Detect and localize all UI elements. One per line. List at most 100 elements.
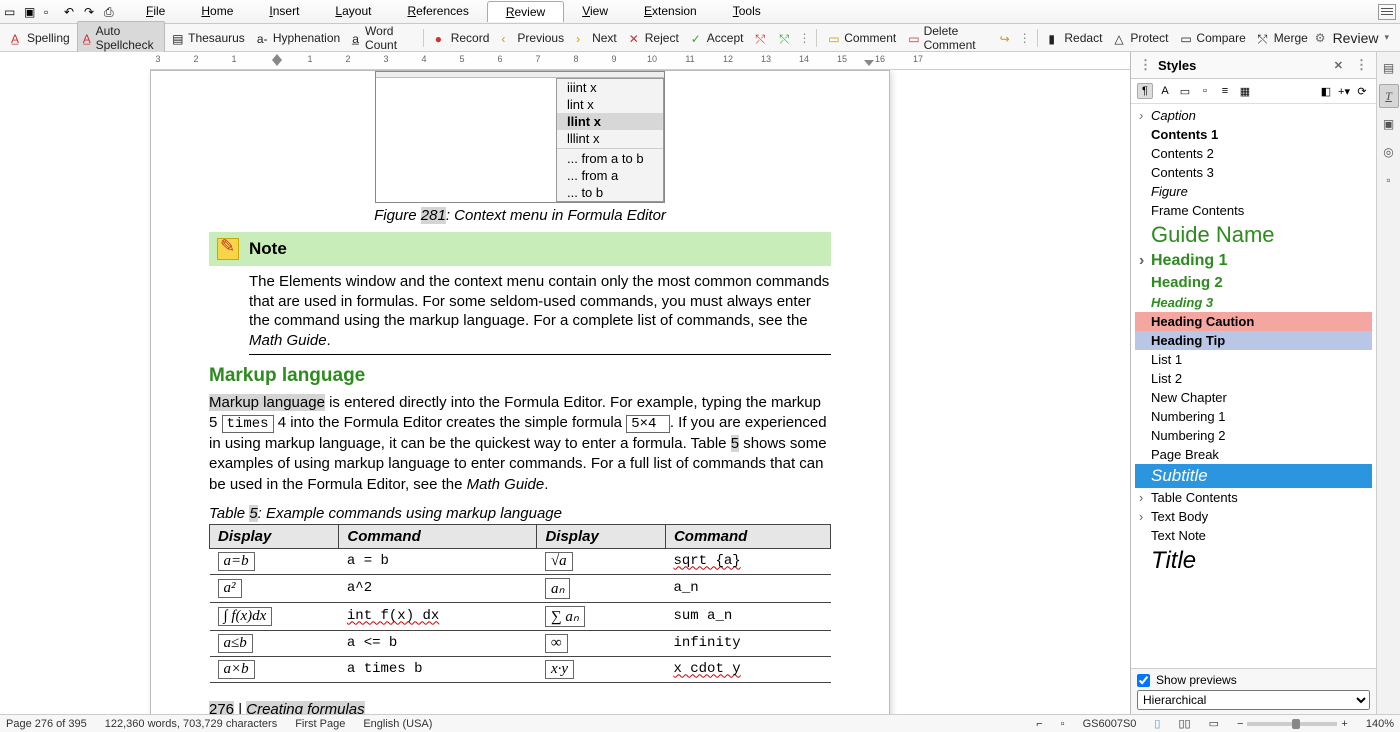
update-style-icon[interactable]: ⟳ xyxy=(1354,83,1370,99)
styles-filter-select[interactable]: Hierarchical xyxy=(1137,690,1370,710)
status-page[interactable]: Page 276 of 395 xyxy=(6,718,87,730)
status-insert-icon[interactable]: ⌐ xyxy=(1036,718,1042,730)
tab-styles-icon[interactable]: T xyxy=(1379,84,1399,108)
character-styles-icon[interactable]: A xyxy=(1157,83,1173,99)
style-item[interactable]: Page Break xyxy=(1135,445,1372,464)
style-item[interactable]: Figure xyxy=(1135,182,1372,201)
page-styles-icon[interactable]: ▫ xyxy=(1197,83,1213,99)
styles-list[interactable]: CaptionContents 1Contents 2Contents 3Fig… xyxy=(1131,104,1376,668)
menu-references[interactable]: References xyxy=(389,1,486,22)
style-item[interactable]: New Chapter xyxy=(1135,388,1372,407)
menu-extension[interactable]: Extension xyxy=(626,1,715,22)
panel-close-icon[interactable]: ✕ xyxy=(1334,59,1343,72)
menu-layout[interactable]: Layout xyxy=(317,1,389,22)
table-styles-icon[interactable]: ▦ xyxy=(1237,83,1253,99)
style-item[interactable]: Contents 2 xyxy=(1135,144,1372,163)
tab-navigator-icon[interactable]: ◎ xyxy=(1379,140,1399,164)
next-button[interactable]: ›Next xyxy=(571,29,622,47)
review-dropdown[interactable]: Review xyxy=(1328,28,1394,48)
menu-view[interactable]: View xyxy=(564,1,626,22)
undo-icon[interactable]: ↶ xyxy=(64,5,78,19)
ctxmenu-item[interactable]: lllint x xyxy=(557,130,663,147)
status-selection-icon[interactable]: ▫ xyxy=(1061,718,1065,730)
status-wordcount[interactable]: 122,360 words, 703,729 characters xyxy=(105,718,277,730)
menu-file[interactable]: File xyxy=(128,1,183,22)
redact-button[interactable]: ▮Redact xyxy=(1043,29,1107,47)
style-item[interactable]: Guide Name xyxy=(1135,220,1372,250)
panel-menu-icon[interactable]: ⋮ xyxy=(1355,57,1368,73)
ctxmenu-item[interactable]: ... from a xyxy=(557,167,663,184)
style-item[interactable]: Contents 3 xyxy=(1135,163,1372,182)
protect-button[interactable]: △Protect xyxy=(1109,29,1173,47)
delete-comment-button[interactable]: ▭Delete Comment xyxy=(903,22,992,54)
record-button[interactable]: ●Record xyxy=(430,29,495,47)
style-item[interactable]: List 2 xyxy=(1135,369,1372,388)
spelling-button[interactable]: A̲Spelling xyxy=(6,29,75,47)
fill-format-icon[interactable]: ◧ xyxy=(1318,83,1334,99)
previous-button[interactable]: ‹Previous xyxy=(496,29,569,47)
accept-button[interactable]: ✓Accept xyxy=(686,29,749,47)
style-item[interactable]: Numbering 1 xyxy=(1135,407,1372,426)
ctxmenu-item[interactable]: llint x xyxy=(557,113,663,130)
view-book-icon[interactable]: ▭ xyxy=(1209,717,1219,730)
next-comment-icon[interactable]: ↪ xyxy=(995,30,1017,46)
sidebar-tabs: ▤ T ▣ ◎ ▫ xyxy=(1376,52,1400,714)
view-multi-icon[interactable]: ▯▯ xyxy=(1178,717,1190,730)
style-item[interactable]: Heading 2 xyxy=(1135,272,1372,293)
thesaurus-button[interactable]: ▤Thesaurus xyxy=(167,29,250,47)
ctxmenu-item[interactable]: ... to b xyxy=(557,184,663,201)
menu-insert[interactable]: Insert xyxy=(251,1,317,22)
style-item[interactable]: Heading Tip xyxy=(1135,331,1372,350)
redo-icon[interactable]: ↷ xyxy=(84,5,98,19)
frame-styles-icon[interactable]: ▭ xyxy=(1177,83,1193,99)
style-item[interactable]: Caption xyxy=(1135,106,1372,125)
menu-home[interactable]: Home xyxy=(183,1,251,22)
wordcount-button[interactable]: a̲Word Count xyxy=(347,22,417,54)
save-icon[interactable]: ▫ xyxy=(44,5,58,19)
paragraph-styles-icon[interactable]: ¶ xyxy=(1137,83,1153,99)
status-pagestyle[interactable]: First Page xyxy=(295,718,345,730)
gear-icon[interactable]: ⚙ xyxy=(1315,31,1326,45)
style-item[interactable]: Subtitle xyxy=(1135,464,1372,488)
tab-gallery-icon[interactable]: ▣ xyxy=(1379,112,1399,136)
style-item[interactable]: Text Note xyxy=(1135,526,1372,545)
style-item[interactable]: Title xyxy=(1135,545,1372,577)
reject-all-icon[interactable]: ⤲ xyxy=(750,30,772,46)
comment-button[interactable]: ▭Comment xyxy=(823,29,901,47)
style-item[interactable]: Contents 1 xyxy=(1135,125,1372,144)
menubar: ▭ ▣ ▫ ↶ ↷ ⎙ FileHomeInsertLayoutReferenc… xyxy=(0,0,1400,24)
style-item[interactable]: Numbering 2 xyxy=(1135,426,1372,445)
horizontal-ruler[interactable]: 3211234567891011121314151617 xyxy=(150,52,1130,70)
ctxmenu-item[interactable]: lint x xyxy=(557,96,663,113)
compare-button[interactable]: ▭Compare xyxy=(1175,29,1250,47)
print-icon[interactable]: ⎙ xyxy=(104,5,118,19)
merge-button[interactable]: ⤲Merge xyxy=(1253,29,1313,47)
hamburger-icon[interactable] xyxy=(1378,4,1396,20)
open-icon[interactable]: ▣ xyxy=(24,5,38,19)
ctxmenu-item[interactable]: ... from a to b xyxy=(557,150,663,167)
menu-tools[interactable]: Tools xyxy=(715,1,779,22)
style-item[interactable]: Heading Caution xyxy=(1135,312,1372,331)
new-doc-icon[interactable]: ▭ xyxy=(4,5,18,19)
style-item[interactable]: Text Body xyxy=(1135,507,1372,526)
accept-all-icon[interactable]: ⤲ xyxy=(774,30,796,46)
ctxmenu-item[interactable]: iiint x xyxy=(557,79,663,96)
style-item[interactable]: Heading 3 xyxy=(1135,293,1372,312)
reject-button[interactable]: ✕Reject xyxy=(624,29,684,47)
view-single-icon[interactable]: ▯ xyxy=(1154,717,1160,730)
show-previews-checkbox[interactable]: Show previews xyxy=(1137,673,1370,687)
autospellcheck-button[interactable]: A̲Auto Spellcheck xyxy=(77,21,165,55)
style-item[interactable]: Table Contents xyxy=(1135,488,1372,507)
tab-page-icon[interactable]: ▫ xyxy=(1379,168,1399,192)
hyphenation-button[interactable]: a-Hyphenation xyxy=(252,29,345,47)
zoom-value[interactable]: 140% xyxy=(1366,718,1394,730)
style-item[interactable]: List 1 xyxy=(1135,350,1372,369)
zoom-slider[interactable]: −+ xyxy=(1237,718,1348,730)
status-language[interactable]: English (USA) xyxy=(363,718,432,730)
style-item[interactable]: Heading 1 xyxy=(1135,250,1372,272)
style-item[interactable]: Frame Contents xyxy=(1135,201,1372,220)
list-styles-icon[interactable]: ≡ xyxy=(1217,83,1233,99)
menu-review[interactable]: Review xyxy=(487,1,564,22)
new-style-icon[interactable]: +▾ xyxy=(1336,83,1352,99)
tab-properties-icon[interactable]: ▤ xyxy=(1379,56,1399,80)
